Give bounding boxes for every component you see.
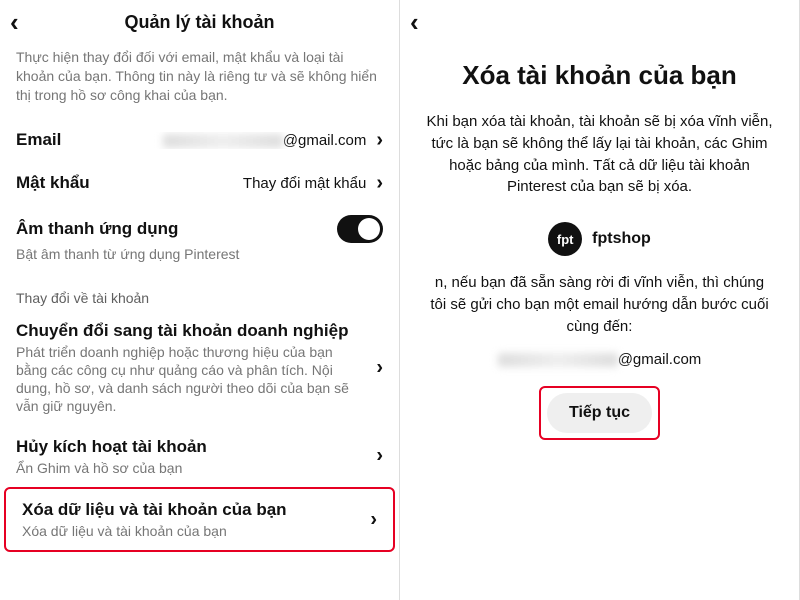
header: ‹ Quản lý tài khoản <box>0 0 399 44</box>
chevron-right-icon: › <box>370 508 377 531</box>
continue-button[interactable]: Tiếp tục <box>547 393 652 433</box>
account-manage-pane: ‹ Quản lý tài khoản Thực hiện thay đổi đ… <box>0 0 400 600</box>
convert-business-item[interactable]: Chuyển đổi sang tài khoản doanh nghiệp P… <box>0 310 399 426</box>
username: fptshop <box>592 230 651 248</box>
continue-wrap: Tiếp tục <box>400 386 799 440</box>
back-icon[interactable]: ‹ <box>10 9 40 35</box>
password-row[interactable]: Mật khẩu Thay đổi mật khẩu › <box>0 162 399 205</box>
delete-desc: Xóa dữ liệu và tài khoản của bạn <box>22 522 377 540</box>
convert-title: Chuyển đổi sang tài khoản doanh nghiệp <box>16 320 383 341</box>
back-icon[interactable]: ‹ <box>410 9 440 35</box>
password-action: Thay đổi mật khẩu <box>100 175 367 192</box>
continue-highlight: Tiếp tục <box>539 386 660 440</box>
email-value: @gmail.com <box>71 132 366 149</box>
convert-desc: Phát triển doanh nghiệp hoặc thương hiệu… <box>16 343 383 416</box>
delete-title: Xóa dữ liệu và tài khoản của bạn <box>22 499 377 520</box>
email-row[interactable]: Email @gmail.com › <box>0 119 399 162</box>
section-heading: Thay đổi về tài khoản <box>0 272 399 310</box>
delete-body: Khi bạn xóa tài khoản, tài khoản sẽ bị x… <box>400 101 799 216</box>
email-label: Email <box>16 130 61 150</box>
chevron-right-icon: › <box>376 445 383 468</box>
email-masked <box>498 353 618 367</box>
deactivate-desc: Ẩn Ghim và hồ sơ của bạn <box>16 459 383 477</box>
sound-label: Âm thanh ứng dụng <box>16 219 327 239</box>
deactivate-item[interactable]: Hủy kích hoạt tài khoản Ẩn Ghim và hồ sơ… <box>0 426 399 487</box>
target-email: @gmail.com <box>400 347 799 386</box>
app-sound-row[interactable]: Âm thanh ứng dụng <box>0 205 399 245</box>
delete-account-item[interactable]: Xóa dữ liệu và tài khoản của bạn Xóa dữ … <box>4 487 395 552</box>
page-title: Quản lý tài khoản <box>0 12 399 33</box>
chevron-right-icon: › <box>376 356 383 379</box>
delete-body-2: n, nếu bạn đã sẵn sàng rời đi vĩnh viễn,… <box>400 272 799 347</box>
sound-toggle[interactable] <box>337 215 383 243</box>
password-label: Mật khẩu <box>16 173 90 193</box>
email-masked <box>163 134 283 148</box>
deactivate-title: Hủy kích hoạt tài khoản <box>16 436 383 457</box>
delete-page-title: Xóa tài khoản của bạn <box>400 44 799 101</box>
chevron-right-icon: › <box>376 172 383 195</box>
sound-desc: Bật âm thanh từ ứng dụng Pinterest <box>0 245 399 272</box>
email-domain: @gmail.com <box>618 351 702 368</box>
email-domain: @gmail.com <box>283 132 367 149</box>
header: ‹ <box>400 0 799 44</box>
chevron-right-icon: › <box>376 129 383 152</box>
delete-confirm-pane: ‹ Xóa tài khoản của bạn Khi bạn xóa tài … <box>400 0 800 600</box>
avatar-row: fpt fptshop <box>400 216 799 272</box>
intro-text: Thực hiện thay đổi đối với email, mật kh… <box>0 44 399 119</box>
avatar: fpt <box>548 222 582 256</box>
